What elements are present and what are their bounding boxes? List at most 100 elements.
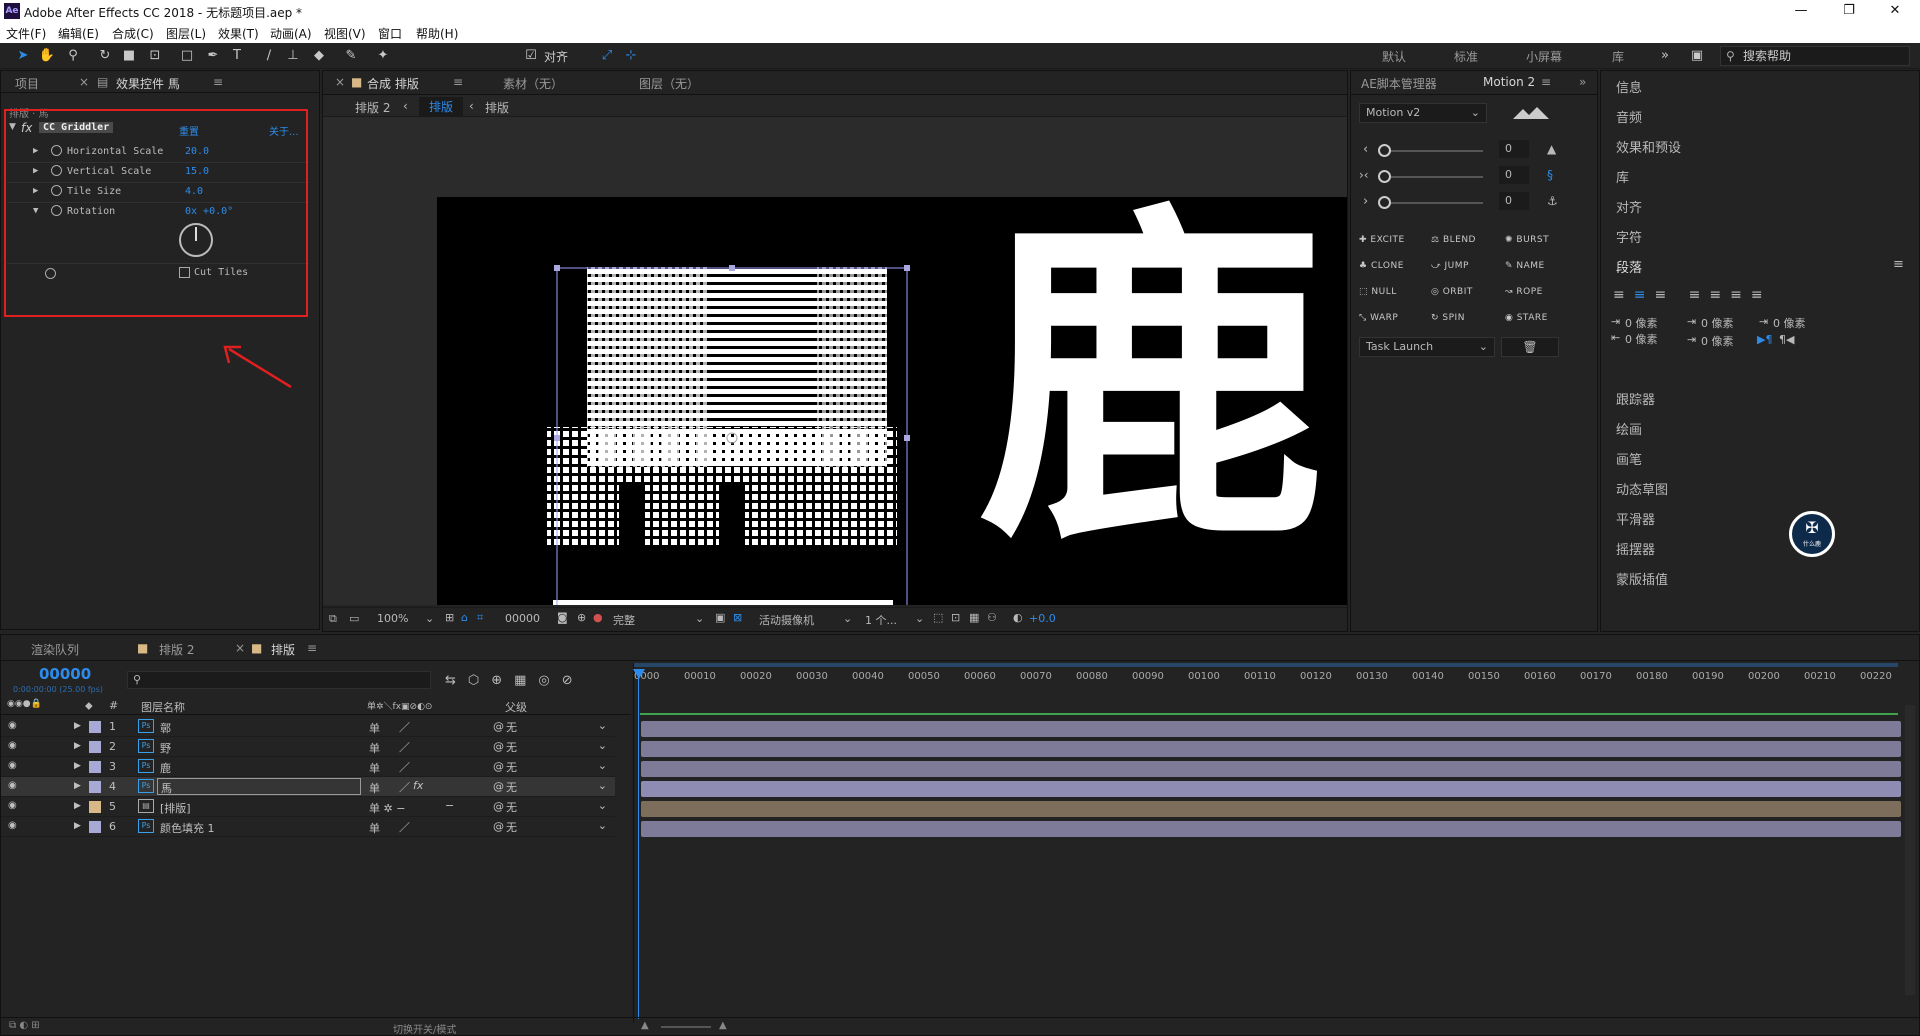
menu-help[interactable]: 帮助(H) (416, 25, 458, 42)
parent-select[interactable]: 无 ⌄ (506, 739, 611, 755)
pixel-aspect-icon[interactable]: ⊡ (951, 611, 960, 624)
zoom-tool-icon[interactable]: ⚲ (64, 47, 82, 65)
current-time[interactable]: 00000 (505, 612, 540, 625)
camera-tool-icon[interactable]: ■ (120, 47, 138, 65)
anchor-icon[interactable]: ⚓ (1547, 194, 1558, 208)
table-row[interactable]: ◉ ▶ 5 ▤ [排版] 单 ✲ − − @ 无 ⌄ (1, 797, 615, 817)
col-layer-name[interactable]: 图层名称 (141, 699, 185, 715)
more-panels-icon[interactable]: » (1579, 75, 1586, 89)
snap-checkbox-icon[interactable]: ☑ (522, 47, 540, 65)
slider-track[interactable] (1383, 202, 1483, 204)
brush-tool-icon[interactable]: ∕ (260, 47, 278, 65)
comp-canvas[interactable]: 鹿 (437, 197, 1347, 605)
3d-view-icon[interactable]: ⬚ (933, 611, 943, 624)
hand-tool-icon[interactable]: ✋ (38, 47, 56, 65)
more-workspaces-icon[interactable]: » (1656, 47, 1674, 65)
tab-composition[interactable]: 合成 排版 (367, 75, 419, 92)
tab-motion2[interactable]: Motion 2 (1483, 75, 1535, 89)
workspace-default[interactable]: 默认 (1382, 48, 1406, 65)
panel-menu-icon[interactable]: ≡ (307, 641, 317, 655)
tab-script-manager[interactable]: AE脚本管理器 (1361, 75, 1437, 92)
frame-blend-icon[interactable]: − (445, 799, 454, 812)
layer-name[interactable]: 馬 (157, 778, 361, 795)
monitor-icon[interactable]: ▭ (349, 612, 359, 625)
parent-select[interactable]: 无 ⌄ (506, 719, 611, 735)
region-icon[interactable]: ▣ (715, 611, 725, 624)
pan-behind-tool-icon[interactable]: ⊡ (146, 47, 164, 65)
shy-switch-icon[interactable]: 单 (369, 760, 380, 776)
timeline-timecode[interactable]: 00000 (39, 665, 91, 683)
shy-switch-icon[interactable]: 单 (369, 720, 380, 736)
space-after-value[interactable]: 0 像素 (1701, 333, 1734, 349)
help-search-input[interactable]: 搜索帮助 (1720, 46, 1910, 66)
label-color-swatch[interactable] (89, 741, 101, 753)
quality-switch-icon[interactable]: ／ (399, 719, 410, 735)
label-color-swatch[interactable] (89, 821, 101, 833)
workspace-menu-icon[interactable]: ▣ (1688, 47, 1706, 65)
chevron-down-icon[interactable]: ⌄ (425, 612, 434, 625)
layer-bar[interactable] (641, 741, 1901, 757)
menu-view[interactable]: 视图(V) (324, 25, 366, 42)
menu-effect[interactable]: 效果(T) (218, 25, 259, 42)
parent-select[interactable]: 无 ⌄ (506, 819, 611, 835)
label-color-swatch[interactable] (89, 761, 101, 773)
align-center-icon[interactable]: ≡ (1634, 287, 1655, 303)
snap-option-icon[interactable]: ⤢ (598, 47, 616, 65)
chevron-down-icon[interactable]: ⌄ (915, 612, 924, 625)
table-row[interactable]: ◉ ▶ 2 Ps 野 单 ／ @ 无 ⌄ (1, 737, 615, 757)
chevron-down-icon[interactable]: ⌄ (695, 612, 704, 625)
slider-value[interactable]: 0 (1499, 140, 1529, 158)
warp-button[interactable]: ⤡ WARP (1359, 313, 1398, 323)
shy-switch-icon[interactable]: 单 (369, 740, 380, 756)
menu-composition[interactable]: 合成(C) (112, 25, 154, 42)
expand-triangle-icon[interactable]: ▶ (74, 801, 81, 811)
link-icon[interactable]: § (1547, 168, 1553, 182)
table-row[interactable]: ◉ ▶ 6 Ps 颜色填充 1 单 ／ @ 无 ⌄ (1, 817, 615, 837)
layer-name[interactable]: 鹿 (160, 760, 171, 776)
pickwhip-icon[interactable]: @ (493, 800, 504, 813)
panel-audio[interactable]: 音频 (1616, 107, 1642, 126)
lock-icon[interactable]: ▤ (97, 75, 108, 89)
visibility-eye-icon[interactable]: ◉ (8, 720, 17, 731)
flow-item-layout2[interactable]: 排版 2 (355, 99, 390, 116)
motion-version-select[interactable]: Motion v2 ⌄ (1359, 103, 1487, 123)
playhead[interactable] (638, 669, 639, 1019)
excite-button[interactable]: ✚ EXCITE (1359, 235, 1405, 245)
panel-effects-presets[interactable]: 效果和预设 (1616, 137, 1681, 156)
zoom-select[interactable]: 100% (377, 612, 408, 625)
expand-triangle-icon[interactable]: ▶ (74, 761, 81, 771)
close-button[interactable]: ✕ (1872, 0, 1918, 22)
label-color-swatch[interactable] (89, 801, 101, 813)
menu-animation[interactable]: 动画(A) (270, 25, 312, 42)
slider-track[interactable] (1383, 176, 1483, 178)
fast-preview-icon[interactable]: ▦ (969, 611, 979, 624)
slider-track[interactable] (1383, 150, 1483, 152)
tab-render-queue[interactable]: 渲染队列 (31, 641, 79, 658)
quality-switch-icon[interactable]: ／ (399, 739, 410, 755)
ltr-icon[interactable]: ▶¶ (1757, 333, 1772, 346)
slider-knob[interactable] (1378, 144, 1391, 157)
layer-name[interactable]: 颜色填充 1 (160, 820, 215, 836)
fit-icon[interactable]: ⊞ (445, 611, 454, 624)
panel-paint[interactable]: 绘画 (1616, 419, 1642, 438)
fx-switch-icon[interactable]: fx (413, 779, 423, 792)
workspace-small-screen[interactable]: 小屏幕 (1526, 48, 1562, 65)
rotate-tool-icon[interactable]: ↻ (96, 47, 114, 65)
timeline-track-area[interactable]: 0000 00010 00020 00030 00040 00050 00060… (633, 663, 1920, 1023)
first-line-value[interactable]: 0 像素 (1773, 315, 1806, 331)
panel-motion-sketch[interactable]: 动态草图 (1616, 479, 1668, 498)
tab-layout2[interactable]: 排版 2 (159, 641, 194, 658)
mountain-graph-icon[interactable] (1513, 105, 1549, 121)
menu-file[interactable]: 文件(F) (6, 25, 46, 42)
snapshot-icon[interactable]: ◙ (557, 611, 568, 624)
visibility-eye-icon[interactable]: ◉ (8, 760, 17, 771)
flowchart-icon[interactable]: ⚇ (987, 611, 997, 624)
indent-left-value[interactable]: 0 像素 (1625, 315, 1658, 331)
transparency-grid-icon[interactable]: ⌗ (477, 611, 483, 625)
visibility-eye-icon[interactable]: ◉ (8, 740, 17, 751)
workspace-library[interactable]: 库 (1612, 48, 1624, 65)
panel-menu-icon[interactable]: ≡ (1893, 257, 1904, 272)
zoom-slider[interactable] (661, 1026, 711, 1028)
panel-tracker[interactable]: 跟踪器 (1616, 389, 1655, 408)
toggle-switches-modes[interactable]: 切换开关/模式 (393, 1021, 456, 1036)
